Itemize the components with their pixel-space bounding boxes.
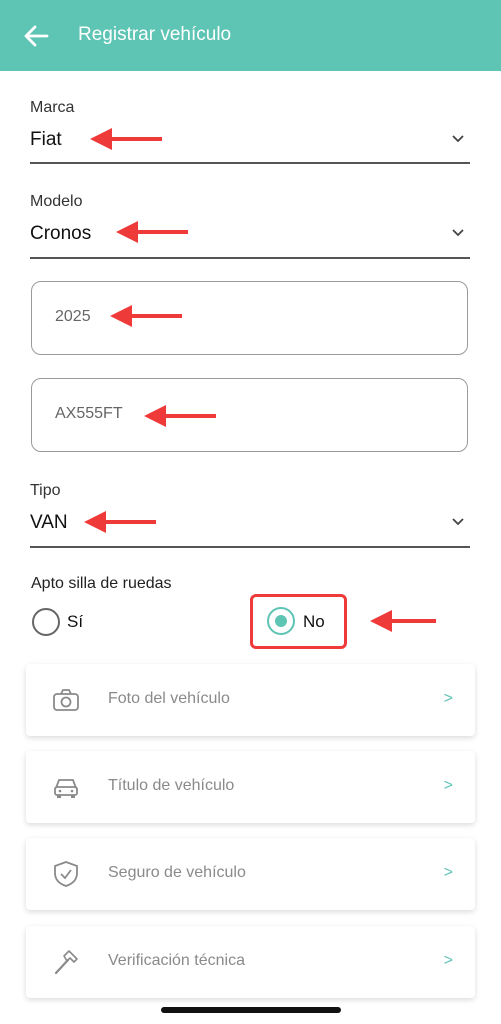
model-value: Cronos — [30, 223, 92, 244]
radio-no[interactable] — [267, 607, 295, 635]
wheelchair-label: Apto silla de ruedas — [31, 575, 172, 592]
annotation-highlight-box — [250, 594, 347, 649]
car-icon — [54, 779, 78, 798]
plate-input[interactable]: AX555FT — [31, 378, 468, 452]
plate-value: AX555FT — [55, 405, 123, 422]
camera-icon — [53, 689, 79, 711]
chevron-right-icon: > — [443, 952, 453, 969]
brand-label: Marca — [30, 99, 75, 116]
model-select[interactable]: Modelo Cronos — [30, 193, 470, 259]
chevron-down-icon[interactable] — [450, 514, 466, 530]
annotation-arrow-icon — [110, 305, 182, 327]
card-label: Seguro de vehículo — [108, 864, 246, 881]
card-vehicle-title[interactable]: Título de vehículo > — [26, 751, 475, 823]
type-value: VAN — [30, 512, 68, 533]
model-underline — [30, 257, 470, 259]
annotation-arrow-icon — [90, 128, 162, 150]
chevron-right-icon: > — [443, 690, 453, 707]
home-indicator[interactable] — [161, 1007, 341, 1013]
shield-check-icon — [54, 861, 78, 887]
annotation-arrow-icon — [116, 221, 188, 243]
chevron-right-icon: > — [443, 777, 453, 794]
type-label: Tipo — [30, 482, 61, 499]
annotation-arrow-icon — [144, 405, 216, 427]
brand-value: Fiat — [30, 129, 62, 150]
annotation-arrow-icon — [370, 610, 436, 632]
app-bar: Registrar vehículo — [0, 0, 501, 71]
chevron-right-icon: > — [443, 864, 453, 881]
card-label: Verificación técnica — [108, 952, 245, 969]
radio-no-label[interactable]: No — [303, 612, 325, 632]
year-value: 2025 — [55, 308, 91, 325]
hammer-icon — [54, 950, 78, 975]
radio-yes[interactable] — [32, 608, 60, 636]
radio-selected-dot — [275, 615, 287, 627]
year-input[interactable]: 2025 — [31, 281, 468, 355]
model-label: Modelo — [30, 193, 83, 210]
page-title: Registrar vehículo — [78, 24, 232, 45]
annotation-arrow-icon — [84, 511, 156, 533]
card-label: Título de vehículo — [108, 777, 235, 794]
arrow-left-icon — [24, 25, 49, 47]
card-technical-inspection[interactable]: Verificación técnica > — [26, 926, 475, 998]
card-vehicle-photo[interactable]: Foto del vehículo > — [26, 664, 475, 736]
card-label: Foto del vehículo — [108, 690, 230, 707]
chevron-down-icon[interactable] — [450, 131, 466, 147]
type-underline — [30, 546, 470, 548]
card-vehicle-insurance[interactable]: Seguro de vehículo > — [26, 838, 475, 910]
radio-yes-label[interactable]: Sí — [67, 612, 83, 632]
brand-underline — [30, 162, 470, 164]
back-button[interactable] — [22, 22, 50, 50]
chevron-down-icon[interactable] — [450, 225, 466, 241]
